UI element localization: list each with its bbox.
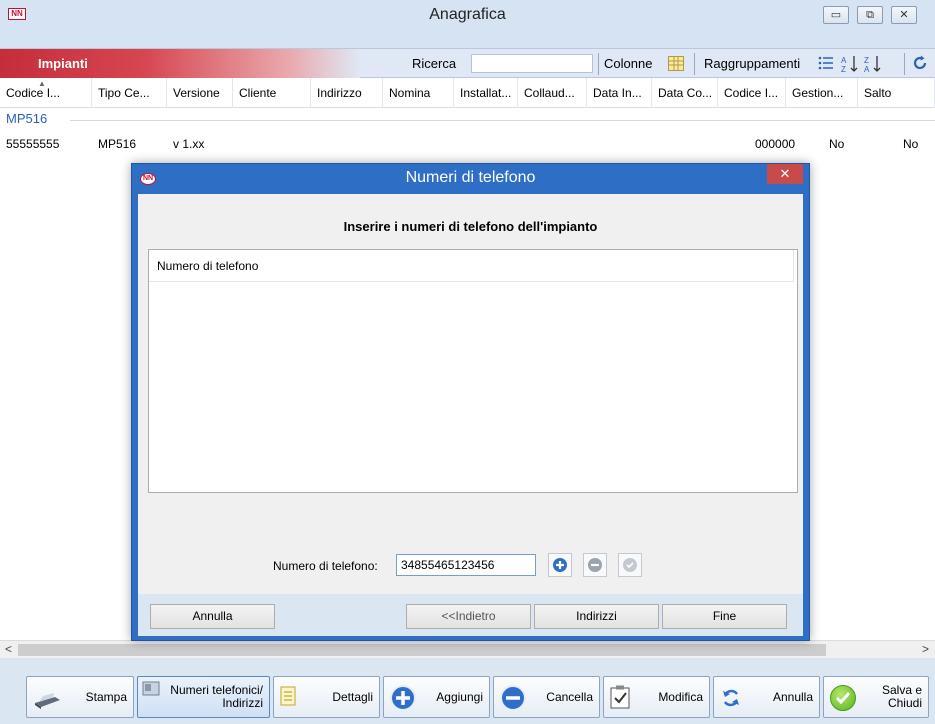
- column-header[interactable]: Data Co...: [652, 78, 718, 108]
- add-phone-button[interactable]: [548, 553, 572, 577]
- numeri-telefonici-button[interactable]: Numeri telefonici/ Indirizzi: [137, 676, 270, 718]
- scroll-left-icon[interactable]: <: [5, 642, 12, 656]
- maximize-button[interactable]: ⧉: [857, 6, 883, 24]
- toolbar: Impianti Ricerca Colonne Raggruppamenti …: [0, 48, 935, 78]
- details-icon: [280, 686, 298, 708]
- column-header[interactable]: Versione: [167, 78, 233, 108]
- grouping-label: Raggruppamenti: [704, 56, 801, 71]
- search-label: Ricerca: [412, 56, 457, 71]
- column-header[interactable]: Tipo Ce...: [92, 78, 167, 108]
- cell-tipo[interactable]: MP516: [98, 137, 136, 151]
- undo-icon: [720, 687, 742, 709]
- remove-phone-button[interactable]: [583, 553, 607, 577]
- cell-codice[interactable]: 55555555: [6, 137, 59, 151]
- sort-descending-icon[interactable]: ZA: [864, 55, 882, 76]
- bottom-toolbar: Stampa Numeri telefonici/ Indirizzi Dett…: [0, 660, 935, 724]
- column-header[interactable]: Gestion...: [786, 78, 858, 108]
- group-label[interactable]: MP516: [6, 111, 47, 126]
- minimize-button[interactable]: ▭: [823, 6, 849, 24]
- salva-line2: Chiudi: [887, 696, 922, 710]
- columns-grid-icon[interactable]: [668, 56, 684, 71]
- numeri-telefonici-label: Numeri telefonici/ Indirizzi: [170, 677, 263, 717]
- phone-number-label: Numero di telefono:: [273, 559, 378, 573]
- salva-chiudi-label: Salva e Chiudi: [882, 677, 922, 717]
- cancella-label: Cancella: [546, 689, 593, 704]
- printer-icon: [33, 685, 60, 711]
- contacts-icon: [142, 681, 160, 697]
- svg-text:A: A: [864, 65, 870, 73]
- dettagli-label: Dettagli: [332, 689, 373, 704]
- dialog-body: Inserire i numeri di telefono dell'impia…: [138, 194, 803, 636]
- toolbar-separator: [904, 53, 905, 75]
- cell-salto[interactable]: No: [903, 137, 918, 151]
- tab-impianti-label: Impianti: [38, 56, 88, 71]
- svg-text:Z: Z: [864, 56, 869, 65]
- dialog-indietro-button[interactable]: <<Indietro: [406, 604, 531, 629]
- column-header[interactable]: Codice I...: [718, 78, 786, 108]
- list-column-header[interactable]: Numero di telefono: [149, 250, 794, 282]
- modifica-label: Modifica: [658, 689, 703, 704]
- horizontal-scrollbar[interactable]: < >: [0, 640, 935, 658]
- remove-phone-icon: [588, 558, 602, 572]
- tab-impianti[interactable]: Impianti: [0, 49, 360, 78]
- column-header[interactable]: Indirizzo: [311, 78, 383, 108]
- columns-label: Colonne: [604, 56, 653, 71]
- aggiungi-label: Aggiungi: [436, 689, 483, 704]
- dialog-indirizzi-button[interactable]: Indirizzi: [534, 604, 659, 629]
- remove-icon: [500, 685, 526, 711]
- column-header[interactable]: Nomina: [383, 78, 454, 108]
- phone-number-input[interactable]: [396, 554, 536, 576]
- window-titlebar: NN Anagrafica ▭ ⧉ ✕: [0, 0, 935, 48]
- column-header[interactable]: Data In...: [587, 78, 652, 108]
- grid-header: Codice I... Tipo Ce... Versione Cliente …: [0, 78, 935, 108]
- dettagli-button[interactable]: Dettagli: [273, 676, 380, 718]
- dialog-footer: Annulla <<Indietro Indirizzi Fine: [138, 594, 803, 636]
- scrollbar-thumb[interactable]: [18, 644, 826, 656]
- cancella-button[interactable]: Cancella: [493, 676, 600, 718]
- check-icon: [830, 685, 856, 711]
- column-header[interactable]: Installat...: [454, 78, 518, 108]
- column-header[interactable]: Collaud...: [518, 78, 587, 108]
- add-icon: [390, 685, 416, 711]
- numeri-line2: Indirizzi: [222, 696, 263, 710]
- aggiungi-button[interactable]: Aggiungi: [383, 676, 490, 718]
- edit-checkbox-icon: [610, 685, 632, 711]
- modifica-button[interactable]: Modifica: [603, 676, 710, 718]
- column-header[interactable]: Cliente: [233, 78, 311, 108]
- confirm-phone-button[interactable]: [618, 553, 642, 577]
- search-input[interactable]: [471, 54, 593, 73]
- list-icon[interactable]: [818, 55, 834, 74]
- stampa-button[interactable]: Stampa: [26, 676, 134, 718]
- salva-chiudi-button[interactable]: Salva e Chiudi: [823, 676, 929, 718]
- toolbar-separator: [598, 53, 599, 75]
- cell-versione[interactable]: v 1.xx: [173, 137, 204, 151]
- scroll-right-icon[interactable]: >: [922, 642, 929, 656]
- svg-text:Z: Z: [841, 65, 846, 73]
- annulla-button[interactable]: Annulla: [713, 676, 820, 718]
- dialog-close-button[interactable]: ✕: [767, 164, 803, 184]
- dialog-heading: Inserire i numeri di telefono dell'impia…: [343, 219, 598, 234]
- add-phone-icon: [553, 558, 567, 572]
- stampa-label: Stampa: [85, 689, 127, 704]
- sort-ascending-icon[interactable]: AZ: [841, 55, 859, 76]
- column-header[interactable]: Codice I...: [0, 78, 92, 108]
- refresh-icon[interactable]: [912, 55, 928, 74]
- dialog-annulla-button[interactable]: Annulla: [150, 604, 275, 629]
- close-button[interactable]: ✕: [891, 6, 917, 24]
- dialog-title: Numeri di telefono: [405, 169, 536, 186]
- phone-numbers-dialog: NN Numeri di telefono ✕ Inserire i numer…: [131, 163, 810, 641]
- phone-number-list[interactable]: Numero di telefono: [148, 249, 798, 493]
- dialog-fine-button[interactable]: Fine: [662, 604, 787, 629]
- cell-gestione[interactable]: No: [829, 137, 844, 151]
- cell-codice2[interactable]: 000000: [755, 137, 795, 151]
- dialog-titlebar[interactable]: NN Numeri di telefono ✕: [132, 164, 809, 194]
- window-title: Anagrafica: [429, 6, 506, 23]
- toolbar-separator: [694, 53, 695, 75]
- svg-text:A: A: [841, 56, 847, 65]
- group-divider: [70, 120, 935, 121]
- column-header[interactable]: Salto: [858, 78, 935, 108]
- confirm-phone-icon: [623, 558, 637, 572]
- sort-indicator-icon: ▲: [38, 79, 46, 88]
- annulla-label: Annulla: [772, 689, 813, 704]
